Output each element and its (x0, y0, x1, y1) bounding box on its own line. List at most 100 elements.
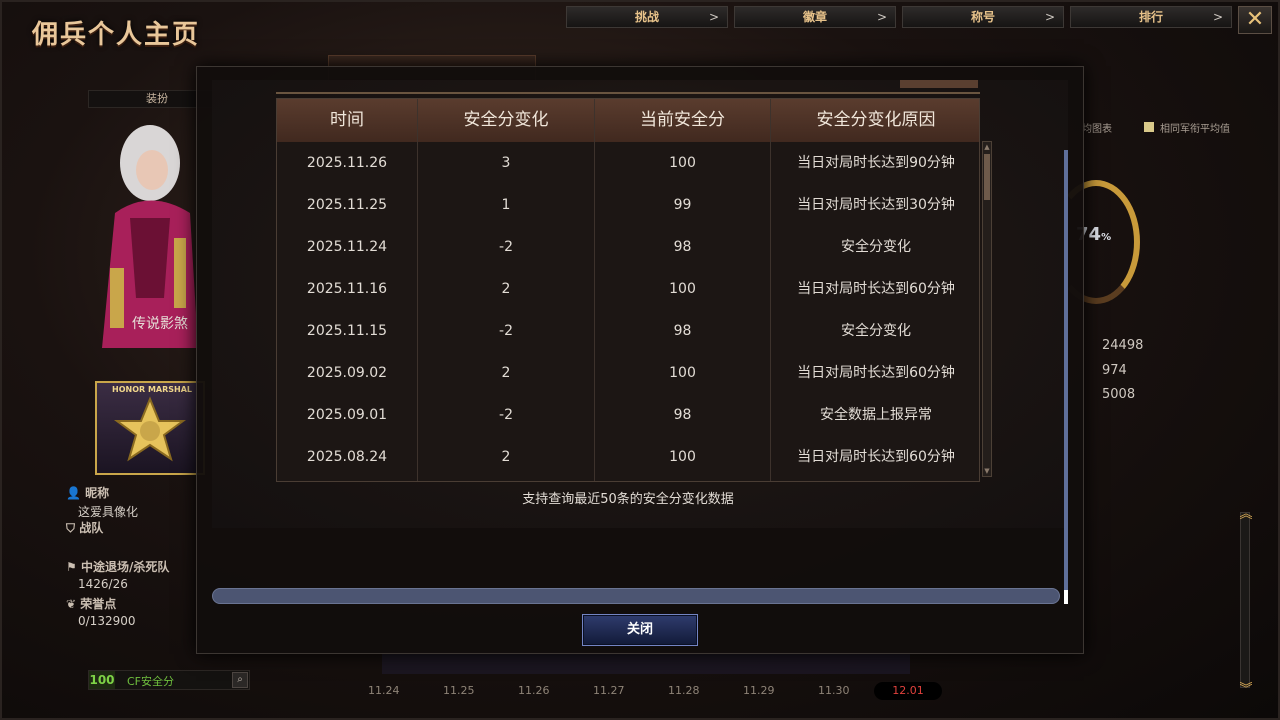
table-scrollbar[interactable]: ▲ ▼ (982, 141, 992, 477)
table-row: 2025.09.01 -2 98 安全数据上报异常 (277, 394, 979, 436)
stat-value: 5008 (1102, 387, 1136, 402)
star-emblem-icon (113, 396, 187, 462)
cell-reason: 当日对局时长达到30分钟 (797, 197, 955, 213)
modal-scroll-end-marker (1064, 590, 1068, 604)
runner-icon: ⚑ (66, 560, 77, 574)
close-page-button[interactable]: ✕ (1238, 6, 1272, 34)
safety-label: CF安全分 (127, 675, 175, 688)
honor-label: ❦ 荣誉点 (66, 597, 117, 611)
nav-ranking-button[interactable]: 排行 > (1070, 6, 1232, 28)
cell-change: -2 (499, 323, 513, 339)
chevron-right-icon: > (876, 10, 887, 24)
cell-current: 98 (673, 407, 692, 423)
date-tick: 11.26 (518, 684, 550, 697)
cell-reason: 当日对局时长达到60分钟 (797, 449, 955, 465)
safety-score-bar: 100 CF安全分 (88, 670, 250, 690)
date-tick: 11.30 (818, 684, 850, 697)
nav-badge-button[interactable]: 徽章 > (734, 6, 896, 28)
team-label: ⛉ 战队 (66, 521, 104, 535)
legend-average-label: 相同军衔平均值 (1160, 124, 1230, 135)
table-body: 2025.11.26 3 100 当日对局时长达到90分钟 2025.11.25… (277, 142, 979, 481)
date-tick: 11.28 (668, 684, 700, 697)
cell-reason: 安全数据上报异常 (820, 407, 932, 423)
chart-strip (382, 652, 910, 674)
cell-date: 2025.11.15 (306, 323, 388, 339)
table-row: 2025.11.25 1 99 当日对局时长达到30分钟 (277, 184, 979, 226)
cell-current: 98 (673, 323, 692, 339)
table-header: 时间 安全分变化 当前安全分 安全分变化原因 (277, 99, 979, 142)
rank-badge: HONOR MARSHAL (95, 381, 205, 475)
cell-date: 2025.11.24 (306, 239, 388, 255)
nickname-label: 👤 昵称 (66, 486, 110, 500)
cell-date: 2025.08.24 (306, 449, 388, 465)
modal-vertical-scrollbar[interactable] (1064, 150, 1068, 604)
chevron-right-icon: > (1044, 10, 1055, 24)
cell-current: 100 (669, 449, 696, 465)
cell-current: 100 (669, 365, 696, 381)
scroll-down-icon[interactable]: ▼ (983, 467, 991, 475)
cell-current: 100 (669, 155, 696, 171)
date-tick: 11.24 (368, 684, 400, 697)
table-row: 2025.11.24 -2 98 安全分变化 (277, 226, 979, 268)
page-scrollbar[interactable]: ︽ ︾ (1239, 507, 1252, 697)
modal-horizontal-scrollbar[interactable] (212, 588, 1060, 604)
cell-change: -2 (499, 407, 513, 423)
column-header-current: 当前安全分 (640, 110, 725, 130)
table-scroll-thumb[interactable] (984, 154, 990, 200)
cell-change: 2 (501, 365, 511, 381)
date-tick: 11.29 (743, 684, 775, 697)
cell-current: 100 (669, 281, 696, 297)
column-header-reason: 安全分变化原因 (816, 110, 936, 130)
shield-icon: ⛉ (66, 521, 76, 535)
safety-score: 100 (89, 671, 115, 689)
chevron-right-icon: > (708, 10, 719, 24)
cell-date: 2025.11.25 (306, 197, 388, 213)
cell-current: 98 (673, 239, 692, 255)
date-axis: 11.24 11.25 11.26 11.27 11.28 11.29 11.3… (362, 680, 962, 700)
stat-value: 24498 (1102, 338, 1144, 353)
nav-challenge-button[interactable]: 挑战 > (566, 6, 728, 28)
nickname-value: 这爱具像化 (78, 505, 139, 519)
cell-date: 2025.09.01 (306, 407, 388, 423)
scroll-up-icon[interactable]: ︽ (1235, 503, 1257, 522)
table-row: 2025.11.15 -2 98 安全分变化 (277, 310, 979, 352)
scroll-up-icon[interactable]: ▲ (983, 143, 991, 151)
cell-reason: 安全分变化 (841, 239, 911, 255)
cell-reason: 当日对局时长达到60分钟 (797, 281, 955, 297)
column-header-change: 安全分变化 (463, 110, 549, 130)
character-name: 传说影煞 (132, 316, 188, 332)
stat-value: 974 (1102, 362, 1127, 378)
cell-date: 2025.11.16 (306, 281, 388, 297)
safety-record-table: 时间 安全分变化 当前安全分 安全分变化原因 2025.11.26 3 100 … (276, 98, 980, 482)
close-button[interactable]: 关闭 (582, 614, 698, 646)
chevron-right-icon: > (1212, 10, 1223, 24)
quit-kill-label: ⚑ 中途退场/杀死队 (66, 560, 170, 574)
column-header-time: 时间 (330, 110, 364, 130)
table-row: 2025.11.16 2 100 当日对局时长达到60分钟 (277, 268, 979, 310)
modal-top-tab (900, 80, 978, 88)
cell-reason: 安全分变化 (841, 323, 911, 339)
cell-change: -2 (499, 239, 513, 255)
search-icon[interactable]: ⌕ (232, 672, 248, 688)
cell-change: 2 (501, 281, 511, 297)
quit-kill-value: 1426/26 (78, 577, 128, 591)
cell-date: 2025.11.26 (306, 155, 388, 171)
stats-list: 24498 974 5008 (1102, 334, 1143, 408)
nav-label: 称号 (970, 10, 995, 24)
page-title: 佣兵个人主页 (32, 20, 201, 50)
laurel-icon: ❦ (66, 597, 77, 611)
nav-label: 徽章 (802, 10, 827, 24)
cell-current: 99 (673, 197, 692, 213)
legend-swatch (1144, 122, 1154, 132)
date-tick: 11.25 (443, 684, 475, 697)
cell-change: 2 (501, 449, 511, 465)
table-row: 2025.11.26 3 100 当日对局时长达到90分钟 (277, 142, 979, 184)
scroll-down-icon[interactable]: ︾ (1235, 678, 1257, 697)
date-tick-current[interactable]: 12.01 (874, 682, 942, 700)
nav-label: 挑战 (634, 10, 659, 24)
cell-change: 3 (501, 155, 511, 171)
honor-value: 0/132900 (78, 614, 136, 628)
table-row: 2025.08.24 2 100 当日对局时长达到60分钟 (277, 436, 979, 478)
cell-reason: 当日对局时长达到60分钟 (797, 365, 955, 381)
nav-title-button[interactable]: 称号 > (902, 6, 1064, 28)
